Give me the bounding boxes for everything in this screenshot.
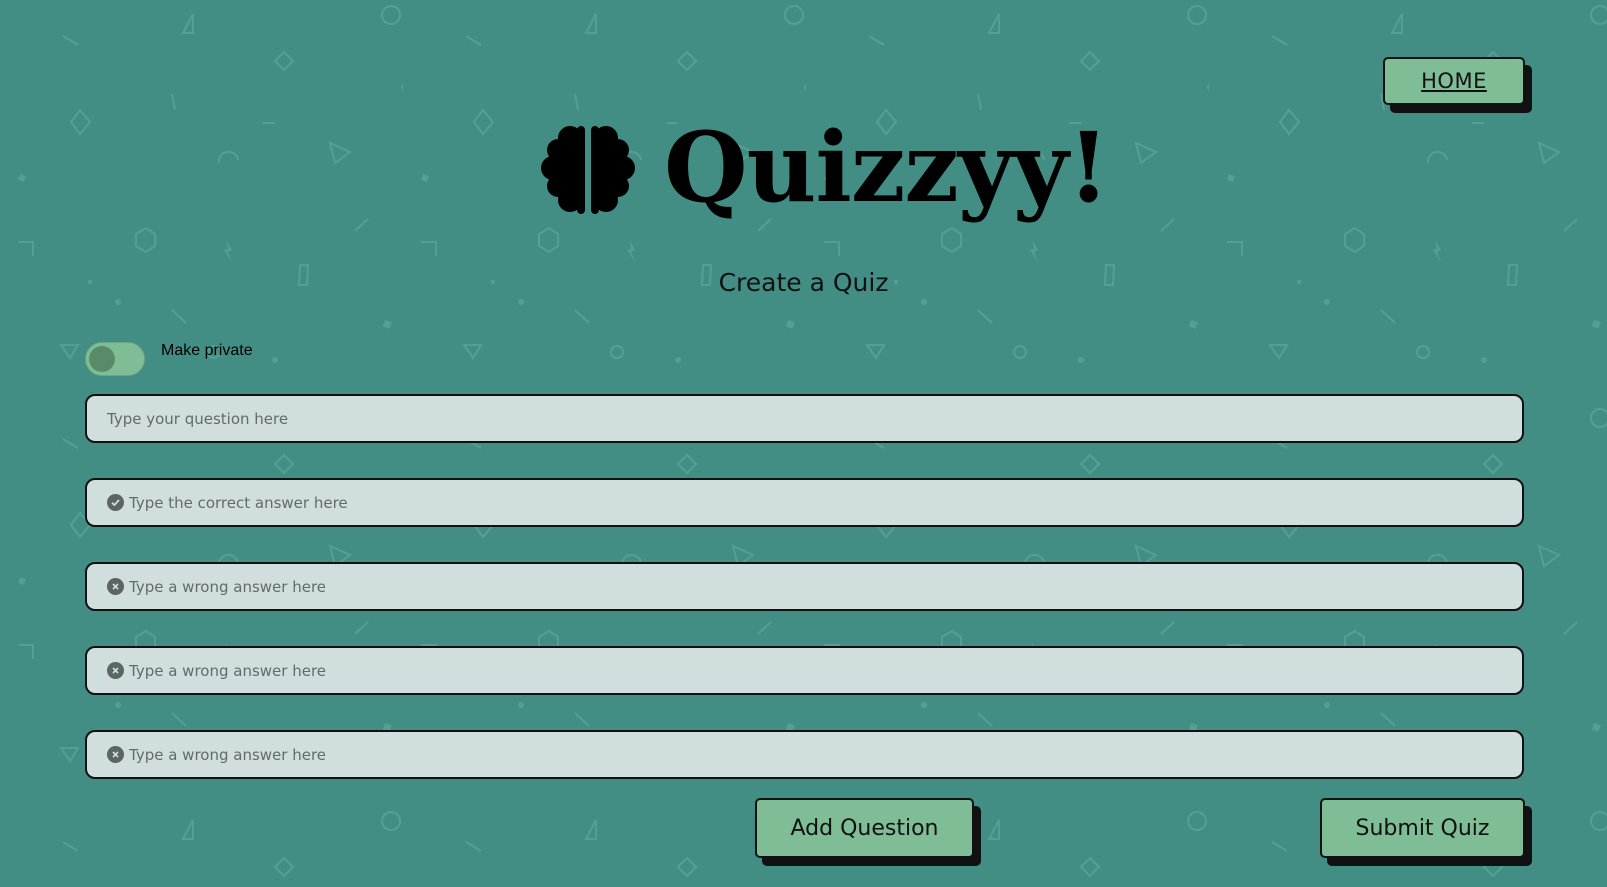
submit-quiz-button[interactable]: Submit Quiz <box>1320 798 1525 858</box>
wrong-answer-input-2[interactable] <box>129 648 1522 693</box>
app-title: Quizzyy! <box>664 110 1110 224</box>
question-input[interactable] <box>107 396 1522 441</box>
wrong-answer-input-3[interactable] <box>129 732 1522 777</box>
x-circle-icon <box>107 746 124 763</box>
wrong-answer-field <box>85 562 1524 611</box>
app-logo: Quizzyy! <box>540 110 1110 225</box>
wrong-answer-field <box>85 730 1524 779</box>
x-circle-icon <box>107 662 124 679</box>
toggle-knob <box>89 346 115 372</box>
correct-answer-input[interactable] <box>129 480 1522 525</box>
correct-answer-field <box>85 478 1524 527</box>
home-button[interactable]: HOME <box>1383 57 1525 105</box>
question-field <box>85 394 1524 443</box>
add-question-button[interactable]: Add Question <box>755 798 974 858</box>
wrong-answer-input-1[interactable] <box>129 564 1522 609</box>
make-private-label: Make private <box>161 342 253 359</box>
page-title: Create a Quiz <box>718 268 889 297</box>
make-private-toggle[interactable] <box>85 342 145 376</box>
check-circle-icon <box>107 494 124 511</box>
privacy-toggle-row: Make private <box>85 342 253 376</box>
brain-icon <box>541 125 635 214</box>
wrong-answer-field <box>85 646 1524 695</box>
x-circle-icon <box>107 578 124 595</box>
